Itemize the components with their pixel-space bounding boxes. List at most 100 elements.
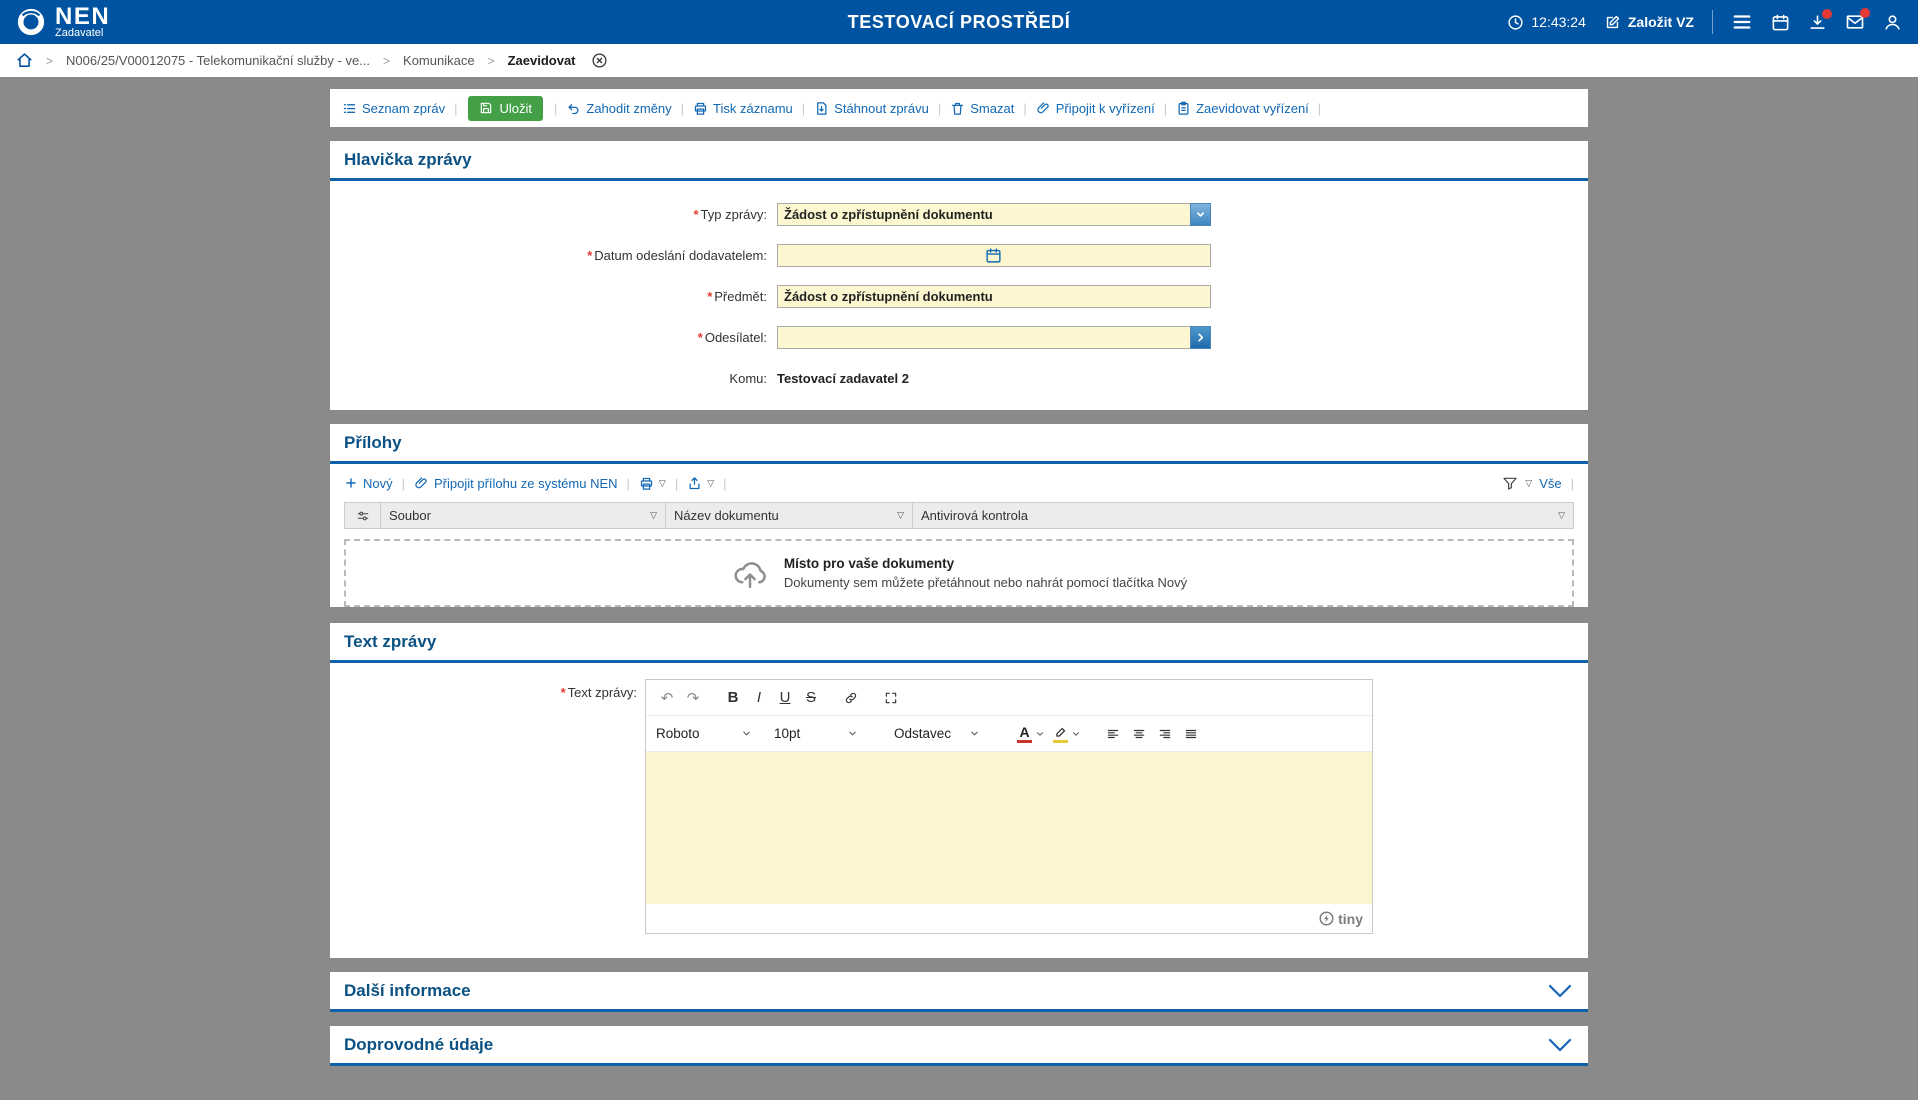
create-vz-button[interactable]: Založit VZ: [1604, 14, 1694, 31]
subject-input[interactable]: [777, 285, 1211, 308]
block-format-select[interactable]: Odstavec: [892, 726, 982, 741]
message-text-row: *Text zprávy: ↶ ↷ B I U S: [330, 663, 1588, 958]
fullscreen-button[interactable]: [878, 685, 904, 711]
column-filter-icon[interactable]: ▽: [897, 511, 904, 520]
print-options-triangle-icon[interactable]: ▽: [659, 479, 666, 488]
tinymce-branding[interactable]: tiny: [1319, 911, 1363, 927]
undo-button[interactable]: ↶: [654, 685, 680, 711]
logo-text: NEN: [55, 6, 110, 28]
calendar-icon: [1771, 13, 1790, 32]
export-options-triangle-icon[interactable]: ▽: [707, 479, 714, 488]
hamburger-icon: [1731, 11, 1753, 33]
export-attachments-button[interactable]: ▽: [687, 476, 714, 491]
link-icon: [844, 690, 858, 706]
italic-button[interactable]: I: [746, 685, 772, 711]
print-record-label: Tisk záznamu: [713, 101, 793, 116]
sender-input[interactable]: [777, 326, 1191, 349]
plus-icon: [344, 476, 358, 490]
messages-button[interactable]: [1845, 12, 1865, 32]
show-all-button[interactable]: Vše: [1539, 476, 1561, 491]
home-button[interactable]: [16, 52, 33, 69]
accompanying-data-header[interactable]: Doprovodné údaje: [330, 1026, 1588, 1066]
breadcrumb: > N006/25/V00012075 - Telekomunikační sl…: [0, 44, 1918, 77]
bold-button[interactable]: B: [720, 685, 746, 711]
chevron-down-icon: [741, 728, 752, 739]
expand-more-info-button[interactable]: [1546, 982, 1574, 1000]
download-message-button[interactable]: Stáhnout zprávu: [814, 101, 929, 116]
toolbar-divider: |: [402, 476, 405, 491]
delete-button[interactable]: Smazat: [950, 101, 1014, 116]
breadcrumb-item-communication[interactable]: Komunikace: [403, 53, 475, 68]
document-download-icon: [814, 101, 829, 116]
message-type-dropdown-button[interactable]: [1190, 203, 1211, 226]
profile-button[interactable]: [1883, 13, 1902, 32]
strikethrough-button[interactable]: S: [798, 685, 824, 711]
column-header-antivirus[interactable]: Antivirová kontrola ▽: [913, 503, 1573, 528]
record-action-toolbar: Seznam zpráv | Uložit | Zahodit změny | …: [330, 89, 1588, 127]
align-left-button[interactable]: [1100, 721, 1126, 747]
downloads-button[interactable]: [1808, 13, 1827, 32]
toolbar-divider: |: [454, 101, 457, 116]
export-icon: [687, 476, 702, 491]
column-header-document-name[interactable]: Název dokumentu ▽: [666, 503, 913, 528]
calendar-button[interactable]: [1771, 13, 1790, 32]
register-settlement-button[interactable]: Zaevidovat vyřízení: [1176, 101, 1309, 116]
align-center-icon: [1132, 726, 1146, 742]
required-mark: *: [561, 685, 566, 700]
discard-changes-button[interactable]: Zahodit změny: [566, 101, 671, 116]
download-message-label: Stáhnout zprávu: [834, 101, 929, 116]
sender-select-button[interactable]: [1190, 326, 1211, 349]
nen-home-link[interactable]: NEN Zadavatel: [16, 6, 110, 39]
insert-link-button[interactable]: [838, 685, 864, 711]
calendar-icon: [985, 247, 1002, 264]
breadcrumb-item-current: Zaevidovat: [508, 53, 576, 68]
attachments-dropzone[interactable]: Místo pro vaše dokumenty Dokumenty sem m…: [344, 539, 1574, 607]
message-type-combobox[interactable]: [777, 203, 1211, 226]
column-filter-icon[interactable]: ▽: [650, 511, 657, 520]
crumb-separator-icon: >: [488, 54, 495, 68]
more-info-header[interactable]: Další informace: [330, 972, 1588, 1012]
underline-button[interactable]: U: [772, 685, 798, 711]
close-tab-button[interactable]: [591, 52, 608, 69]
print-record-button[interactable]: Tisk záznamu: [693, 101, 793, 116]
font-family-select[interactable]: Roboto: [654, 726, 754, 741]
attach-to-case-button[interactable]: Připojit k vyřízení: [1036, 101, 1155, 116]
column-header-file[interactable]: Soubor ▽: [381, 503, 666, 528]
view-options-triangle-icon[interactable]: ▽: [1525, 479, 1532, 488]
breadcrumb-item-contract[interactable]: N006/25/V00012075 - Telekomunikační služ…: [66, 53, 370, 68]
save-icon: [479, 101, 493, 115]
chevron-down-icon: [847, 728, 858, 739]
new-attachment-button[interactable]: Nový: [344, 476, 393, 491]
toolbar-divider: |: [723, 476, 726, 491]
expand-accompanying-data-button[interactable]: [1546, 1036, 1574, 1054]
font-size-select[interactable]: 10pt: [772, 726, 860, 741]
editor-content-area[interactable]: [646, 752, 1372, 904]
align-center-button[interactable]: [1126, 721, 1152, 747]
column-settings-cell[interactable]: [345, 503, 381, 528]
highlight-color-button[interactable]: [1050, 725, 1084, 743]
print-attachments-button[interactable]: ▽: [639, 476, 666, 491]
save-button[interactable]: Uložit: [468, 96, 543, 121]
filter-button[interactable]: [1502, 475, 1518, 491]
attach-from-nen-button[interactable]: Připojit přílohu ze systému NEN: [414, 476, 618, 491]
message-list-button[interactable]: Seznam zpráv: [342, 101, 445, 116]
tiny-brand-label: tiny: [1338, 911, 1363, 927]
required-mark: *: [698, 330, 703, 345]
redo-button[interactable]: ↷: [680, 685, 706, 711]
text-color-button[interactable]: A: [1014, 725, 1048, 743]
nen-logo-icon: [16, 7, 46, 37]
message-header-form: *Typ zprávy: *Datum odeslání dodavatelem…: [330, 181, 1588, 410]
message-text-label: *Text zprávy:: [344, 679, 645, 934]
font-size-value: 10pt: [774, 726, 800, 741]
delete-label: Smazat: [970, 101, 1014, 116]
align-right-button[interactable]: [1152, 721, 1178, 747]
home-icon: [16, 52, 33, 69]
discard-changes-label: Zahodit změny: [586, 101, 671, 116]
menu-button[interactable]: [1731, 11, 1753, 33]
message-type-input[interactable]: [777, 203, 1191, 226]
sender-picker[interactable]: [777, 326, 1211, 349]
align-justify-button[interactable]: [1178, 721, 1204, 747]
toolbar-divider: |: [1571, 476, 1574, 491]
date-picker-button[interactable]: [985, 247, 1002, 264]
column-filter-icon[interactable]: ▽: [1558, 511, 1565, 520]
